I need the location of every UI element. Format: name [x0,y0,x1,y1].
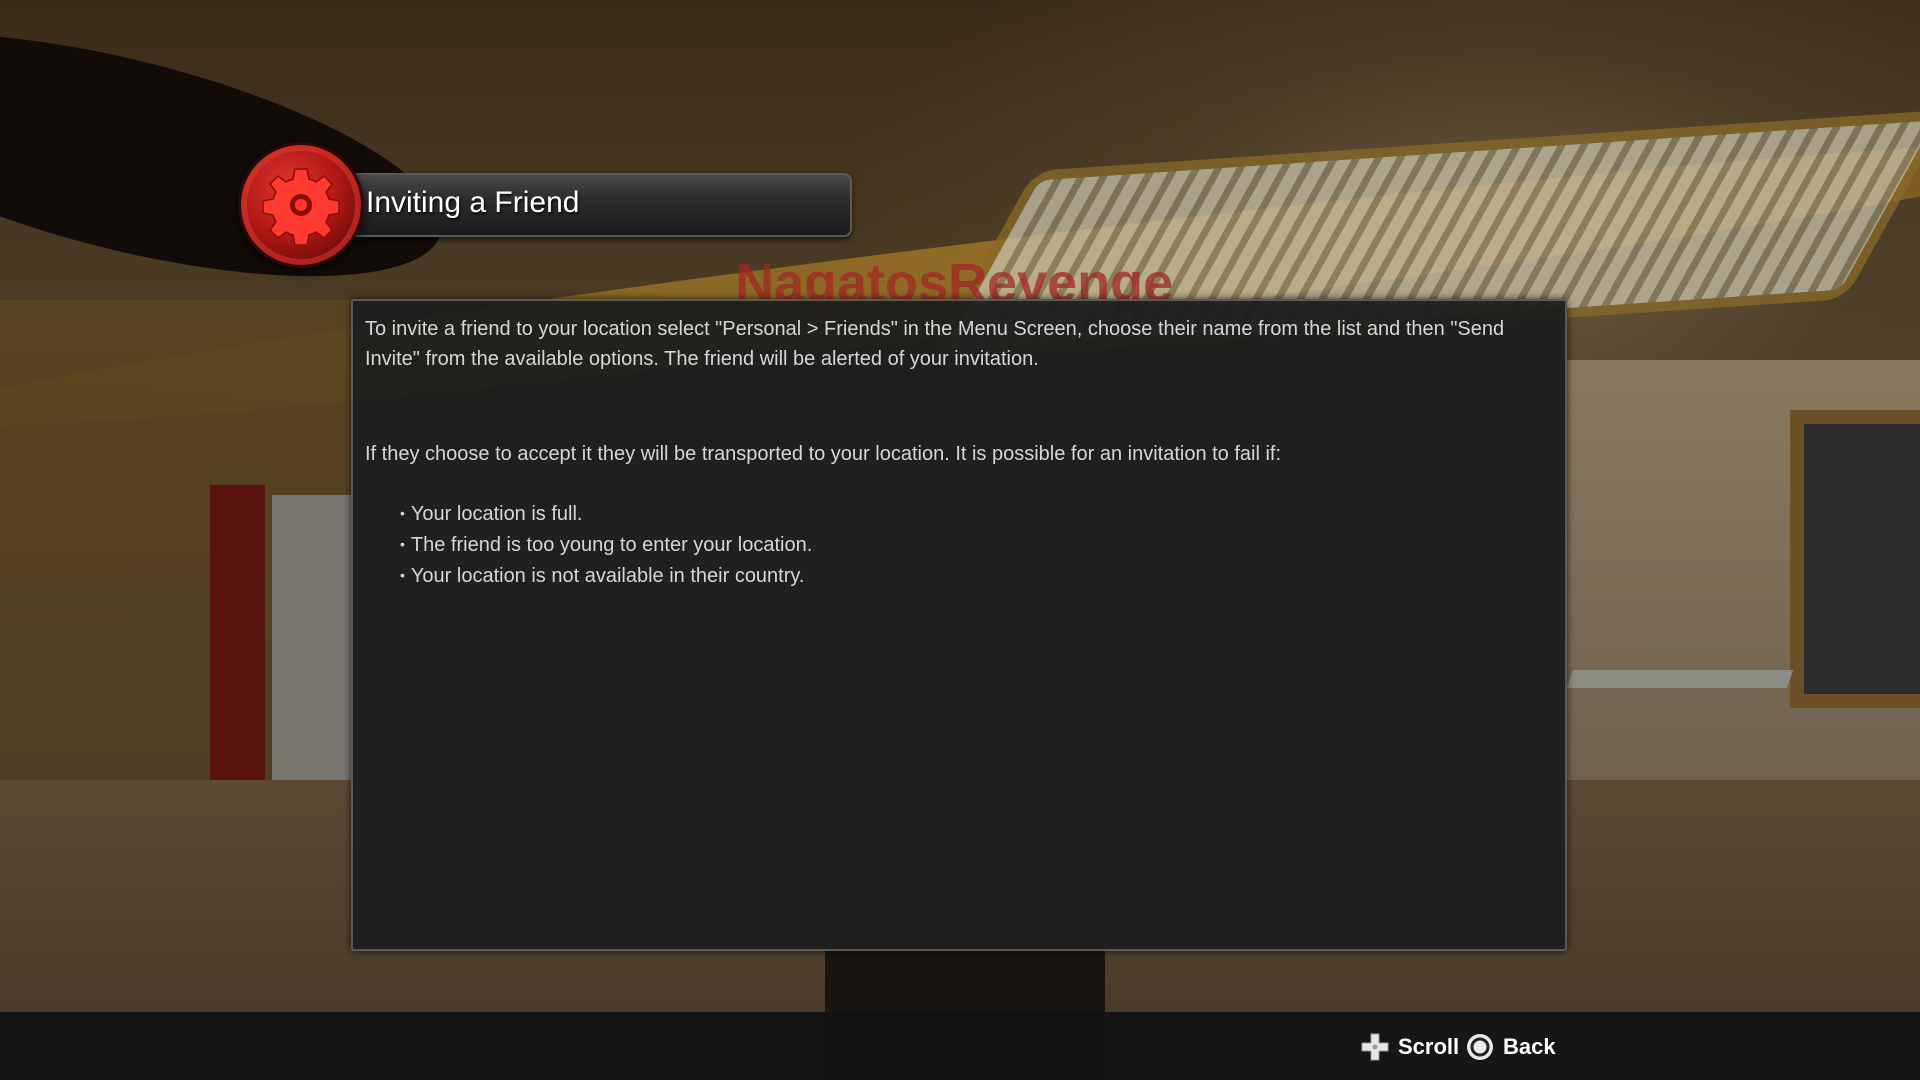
page-title: Inviting a Friend [366,186,580,219]
back-label: Back [1503,1034,1556,1059]
circle-button-icon [1467,1034,1493,1060]
vending-machine [272,495,352,825]
ceiling-shadow [0,0,464,326]
gear-icon-graphic [262,168,340,245]
room-table [1566,670,1794,688]
controls-bar [0,1012,1920,1080]
red-column [210,485,265,815]
info-panel[interactable] [351,299,1567,951]
list-item: Your location is full. [400,499,812,530]
panel-paragraph-2: If they choose to accept it they will be… [365,443,1282,465]
scroll-label: Scroll [1398,1034,1460,1059]
dpad-icon [1361,1033,1389,1061]
list-item: Your location is not available in their … [400,561,812,592]
gear-icon [238,142,364,268]
panel-paragraph-1: To invite a friend to your location sele… [365,318,1505,370]
room-window [1790,410,1920,708]
back-button[interactable]: Back [1465,1031,1556,1063]
scroll-hint[interactable]: Scroll [1360,1031,1459,1063]
list-item: The friend is too young to enter your lo… [400,530,812,561]
failure-reasons-list: Your location is full. The friend is too… [400,499,812,592]
